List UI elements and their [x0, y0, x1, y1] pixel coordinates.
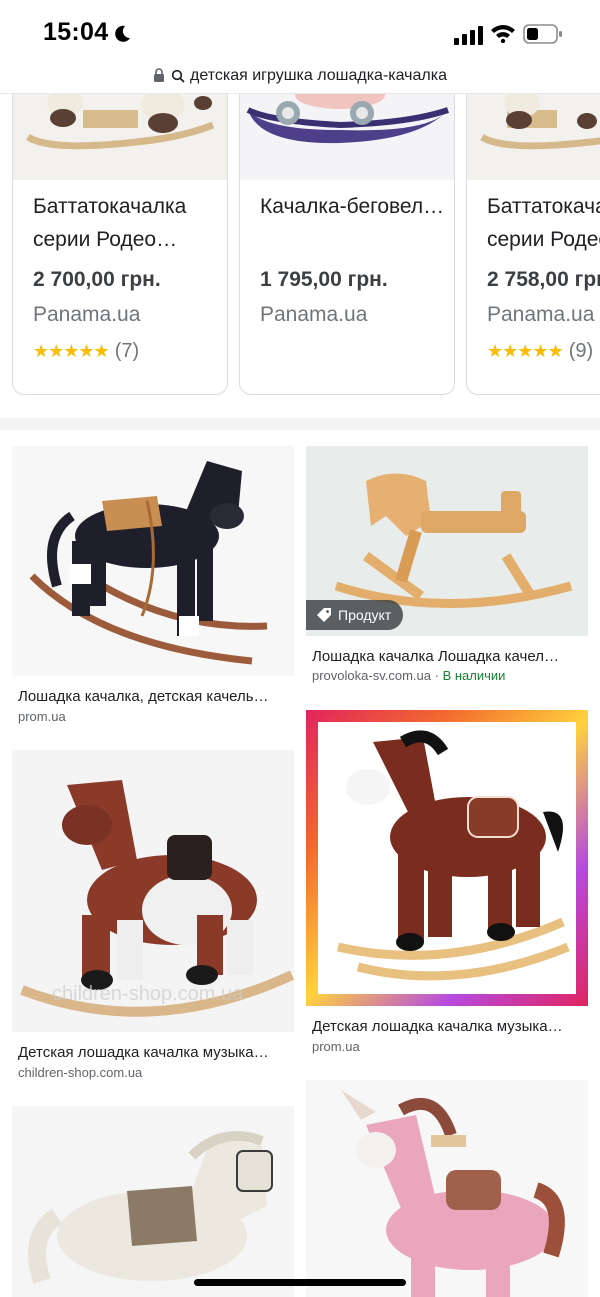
image-result[interactable]: Продукт Лошадка качалка Лошадка качел… p…: [306, 446, 588, 692]
section-divider: [0, 418, 600, 430]
result-image: Продукт: [306, 446, 588, 636]
result-source: prom.ua: [18, 709, 66, 724]
product-price: 2 700,00 грн.: [33, 268, 161, 291]
product-rating: ★★★★★ (7): [33, 340, 139, 363]
result-source: children-shop.com.ua: [18, 1065, 143, 1080]
product-store: Panama.ua: [33, 303, 141, 326]
result-source: prom.ua: [312, 1039, 360, 1054]
result-image: [12, 446, 294, 676]
product-image: [13, 94, 227, 180]
status-time: 15:04: [43, 18, 109, 46]
moon-icon: [115, 25, 130, 42]
product-badge: Продукт: [306, 600, 404, 630]
badge-label: Продукт: [338, 607, 392, 623]
product-price: 2 758,00 грн.: [487, 268, 600, 291]
image-result[interactable]: Лошадка качалка, детская качель… prom.ua: [12, 446, 294, 726]
result-image: [306, 710, 588, 1006]
result-title: Лошадка качалка Лошадка качел…: [312, 648, 559, 665]
search-icon: [171, 69, 185, 83]
product-image: [240, 94, 454, 180]
result-source: provoloka-sv.com.ua: [312, 668, 431, 683]
product-rating: ★★★★★ (9): [487, 340, 593, 363]
product-card[interactable]: Баттатокачалка серии Родео… 2 758,00 грн…: [466, 94, 600, 395]
address-query: детская игрушка лошадка-качалка: [189, 66, 447, 84]
product-store: Panama.ua: [487, 303, 595, 326]
result-image: children-shop.com.ua: [12, 750, 294, 1032]
image-result[interactable]: Детская лошадка качалка музыка… prom.ua: [306, 710, 588, 1058]
review-count: (7): [114, 340, 140, 362]
result-title: Детская лошадка качалка музыка…: [312, 1018, 563, 1035]
review-count: (9): [568, 340, 594, 362]
svg-text:children-shop.com.ua: children-shop.com.ua: [52, 983, 244, 1005]
image-result[interactable]: [306, 1080, 588, 1297]
status-bar: 15:04: [0, 0, 600, 62]
product-price: 1 795,00 грн.: [260, 268, 388, 291]
address-bar[interactable]: детская игрушка лошадка-качалка: [0, 58, 600, 94]
star-rating-icon: ★★★★★: [487, 341, 564, 361]
product-card[interactable]: Баттатокачалка серии Родео… 2 700,00 грн…: [12, 94, 228, 395]
battery-icon: [523, 24, 562, 44]
availability-status: В наличии: [442, 668, 506, 683]
cellular-signal-icon: [454, 26, 483, 45]
product-store: Panama.ua: [260, 303, 368, 326]
product-title: Баттатокачалка серии Родео…: [33, 195, 187, 251]
image-result[interactable]: children-shop.com.ua Детская лошадка кач…: [12, 750, 294, 1085]
result-image: [306, 1080, 588, 1297]
result-title: Лошадка качалка, детская качель…: [18, 688, 269, 705]
product-image: [467, 94, 600, 180]
result-title: Детская лошадка качалка музыка…: [18, 1044, 269, 1061]
product-carousel[interactable]: Баттатокачалка серии Родео… 2 700,00 грн…: [0, 94, 600, 418]
tag-icon: [317, 608, 331, 622]
wifi-icon: [491, 25, 515, 43]
result-image: [12, 1106, 294, 1297]
product-title: Качалка-беговел…: [260, 195, 445, 218]
product-title: Баттатокачалка серии Родео…: [487, 195, 600, 251]
image-result[interactable]: [12, 1106, 294, 1297]
product-card[interactable]: Качалка-беговел… 1 795,00 грн. Panama.ua: [239, 94, 455, 395]
lock-icon: [153, 68, 164, 82]
home-indicator[interactable]: [194, 1279, 406, 1286]
result-source-line: provoloka-sv.com.ua · В наличии: [312, 668, 506, 683]
star-rating-icon: ★★★★★: [33, 341, 110, 361]
